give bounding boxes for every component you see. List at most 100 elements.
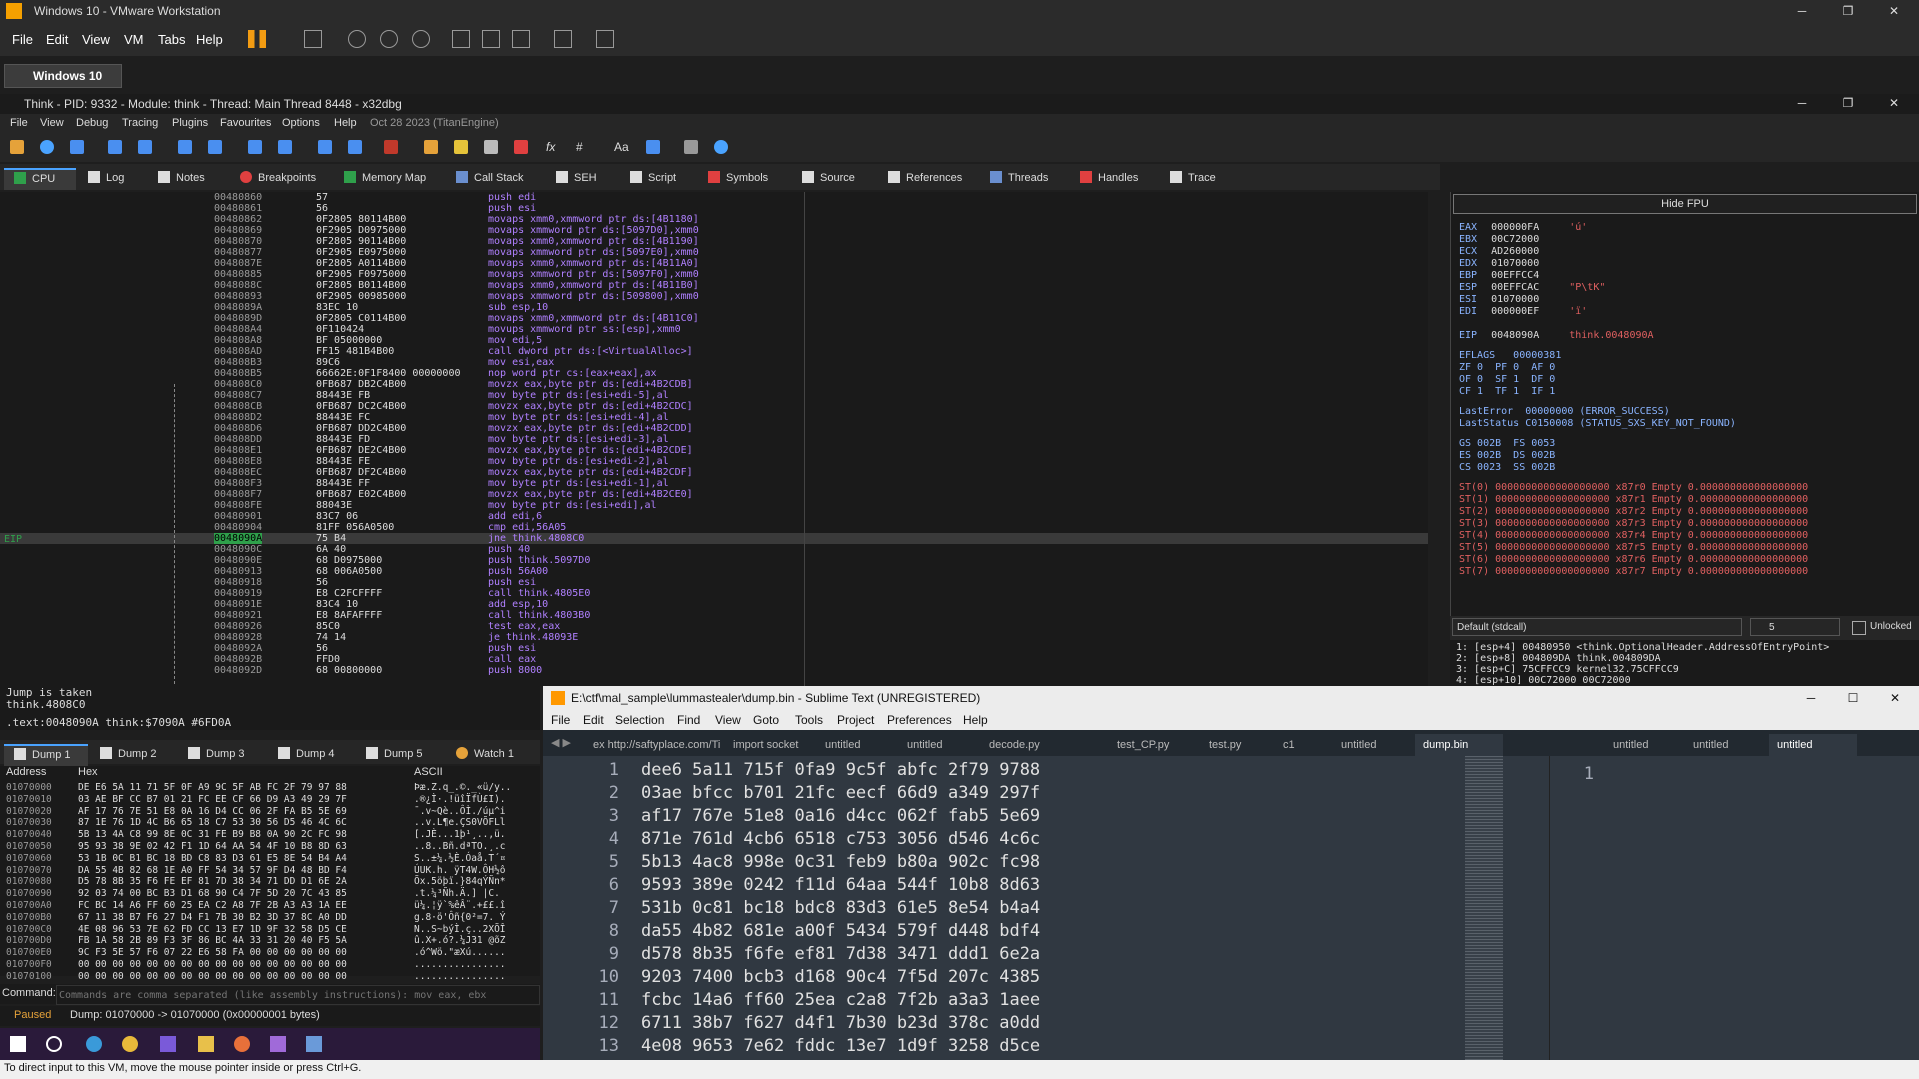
comments-icon[interactable]: [454, 140, 468, 154]
tab-right-1[interactable]: untitled: [1613, 734, 1673, 756]
dump-row[interactable]: 010700B0 67 11 38 B7 F6 27 D4 F1 7B 30 B2…: [0, 912, 540, 924]
tab-dump-2[interactable]: Dump 2: [100, 744, 157, 764]
register-row[interactable]: ECX AD260000: [1459, 246, 1569, 258]
scylla-icon[interactable]: [384, 140, 398, 154]
tab-scroll-left-icon[interactable]: ◀ ▶: [551, 736, 571, 749]
fpu-row[interactable]: ST(2) 0000000000000000000 x87r2 Empty 0.…: [1459, 506, 1808, 518]
tab-symbols[interactable]: Symbols: [708, 168, 768, 188]
segs-row[interactable]: GS 002B FS 0053: [1459, 438, 1555, 450]
dump-row[interactable]: 010700F0 00 00 00 00 00 00 00 00 00 00 00…: [0, 959, 540, 971]
disassembly-view[interactable]: 00480860 57 push edi 00480861 56 push esi 0048…: [0, 192, 1428, 686]
stop-icon[interactable]: [70, 140, 84, 154]
register-row[interactable]: EBX 00C72000: [1459, 234, 1569, 246]
flags-row[interactable]: OF 0 SF 1 DF 0: [1459, 374, 1555, 386]
disasm-row[interactable]: 00480904 81FF 056A0500 cmp edi,56A05: [0, 522, 1428, 533]
tab-sublime-7[interactable]: test.py: [1209, 734, 1259, 756]
fpu-row[interactable]: ST(6) 0000000000000000000 x87r6 Empty 0.…: [1459, 554, 1808, 566]
editor-pane-right[interactable]: 1: [1549, 756, 1919, 1060]
send-keys-icon[interactable]: [304, 30, 322, 48]
dump-row[interactable]: 01070090 92 03 74 00 BC B3 D1 68 90 C4 7F…: [0, 888, 540, 900]
errors-row[interactable]: LastStatus C0150008 (STATUS_SXS_KEY_NOT_…: [1459, 418, 1736, 430]
tab-sublime-1[interactable]: ex http://saftyplace.com/Ti: [593, 734, 723, 756]
register-row[interactable]: EBP 00EFFCC4: [1459, 270, 1569, 282]
tab-cpu[interactable]: CPU: [4, 168, 76, 190]
tab-sublime-4[interactable]: untitled: [907, 734, 967, 756]
debugger-close-button[interactable]: ✕: [1872, 92, 1916, 114]
sublime-close-button[interactable]: ✕: [1873, 687, 1917, 709]
execute-till-return-icon[interactable]: [318, 140, 332, 154]
tab-threads[interactable]: Threads: [990, 168, 1048, 188]
tab-call-stack[interactable]: Call Stack: [456, 168, 524, 188]
tab-sublime-5[interactable]: decode.py: [989, 734, 1059, 756]
dbg-menu-help[interactable]: Help: [334, 117, 357, 129]
tab-watch-1[interactable]: Watch 1: [456, 744, 514, 764]
code-line[interactable]: da55 4b82 681e a00f 5434 579f d448 bdf4: [641, 921, 1040, 941]
functions-icon[interactable]: fx: [546, 140, 560, 154]
notes-icon[interactable]: [684, 140, 698, 154]
patch-icon[interactable]: [424, 140, 438, 154]
disasm-row[interactable]: 004808B5 66662E:0F1F8400 00000000 nop word…: [0, 368, 1428, 379]
terminal-icon[interactable]: [160, 1036, 176, 1052]
register-row[interactable]: ESP 00EFFCAC "P\tK": [1459, 282, 1605, 294]
disasm-row[interactable]: 00480877 0F2905 E0975000 movaps xmmword pt…: [0, 247, 1428, 258]
disasm-row[interactable]: 0048089D 0F2805 C0114B00 movaps xmm0,xmmwo…: [0, 313, 1428, 324]
dump-row[interactable]: 010700E0 9C F3 5E 57 F6 07 22 E6 58 FA 00…: [0, 947, 540, 959]
tab-notes[interactable]: Notes: [158, 168, 205, 188]
debugger-minimize-button[interactable]: ─: [1780, 92, 1824, 114]
bookmarks-icon[interactable]: [514, 140, 528, 154]
disasm-row[interactable]: 0048090C 6A 40 push 40: [0, 544, 1428, 555]
editor-pane[interactable]: 1 dee6 5a11 715f 0fa9 9c5f abfc 2f79 9788…: [543, 756, 1543, 1079]
disasm-row[interactable]: 00480928 74 14 je think.48093E: [0, 632, 1428, 643]
dbg-menu-view[interactable]: View: [40, 117, 64, 129]
code-line[interactable]: 9203 7400 bcb3 d168 90c4 7f5d 207c 4385: [641, 967, 1040, 987]
calculator-icon[interactable]: [646, 140, 660, 154]
hex-dump-view[interactable]: Address Hex ASCII 01070000 DE E6 5A 11 71…: [0, 766, 540, 982]
fpu-row[interactable]: ST(4) 0000000000000000000 x87r4 Empty 0.…: [1459, 530, 1808, 542]
disasm-row[interactable]: 0048092A 56 push esi: [0, 643, 1428, 654]
search-icon[interactable]: [46, 1036, 62, 1052]
disasm-row[interactable]: 00480869 0F2905 D0975000 movaps xmmword pt…: [0, 225, 1428, 236]
close-button[interactable]: ✕: [1872, 0, 1916, 22]
disasm-row[interactable]: 004808B3 89C6 mov esi,eax: [0, 357, 1428, 368]
flags-row[interactable]: CF 1 TF 1 IF 1: [1459, 386, 1555, 398]
disasm-row[interactable]: 00480885 0F2905 F0975000 movaps xmmword pt…: [0, 269, 1428, 280]
tab-sublime-2[interactable]: import socket: [733, 734, 813, 756]
dump-row[interactable]: 01070010 03 AE BF CC B7 01 21 FC EE CF 66…: [0, 794, 540, 806]
tab-sublime-8[interactable]: c1: [1283, 734, 1313, 756]
dump-row[interactable]: 010700C0 4E 08 96 53 7E 62 FD CC 13 E7 1D…: [0, 924, 540, 936]
disasm-row[interactable]: 004808A8 BF 05000000 mov edi,5: [0, 335, 1428, 346]
flags-row[interactable]: EFLAGS 00000381: [1459, 350, 1561, 362]
segs-row[interactable]: CS 0023 SS 002B: [1459, 462, 1555, 474]
dump-row[interactable]: 01070060 53 1B 0C B1 BC 18 BD C8 83 D3 61…: [0, 853, 540, 865]
register-row[interactable]: EIP 0048090A think.0048090A: [1459, 330, 1654, 342]
snapshot-manager-icon[interactable]: [412, 30, 430, 48]
trace-into-icon[interactable]: [248, 140, 262, 154]
menu-view[interactable]: View: [82, 32, 110, 47]
fpu-row[interactable]: ST(1) 0000000000000000000 x87r1 Empty 0.…: [1459, 494, 1808, 506]
edge-icon[interactable]: [86, 1036, 102, 1052]
tab-handles[interactable]: Handles: [1080, 168, 1138, 188]
about-icon[interactable]: [714, 140, 728, 154]
command-input[interactable]: [56, 985, 540, 1005]
pause-icon[interactable]: [248, 30, 266, 48]
tab-dump-bin[interactable]: dump.bin: [1415, 734, 1503, 756]
firefox-icon[interactable]: [234, 1036, 250, 1052]
disasm-row[interactable]: 004808E1 0FB687 DE2C4B00 movzx eax,byte pt…: [0, 445, 1428, 456]
subl-menu-goto[interactable]: Goto: [753, 713, 779, 727]
subl-menu-project[interactable]: Project: [837, 713, 874, 727]
register-row[interactable]: EDI 000000EF 'ï': [1459, 306, 1587, 318]
disasm-row[interactable]: 00480861 56 push esi: [0, 203, 1428, 214]
dump-row[interactable]: 01070040 5B 13 4A C8 99 8E 0C 31 FE B9 B8…: [0, 829, 540, 841]
disasm-row[interactable]: 004808C0 0FB687 DB2C4B00 movzx eax,byte pt…: [0, 379, 1428, 390]
dump-row[interactable]: 01070030 87 1E 76 1D 4C B6 65 18 C7 53 30…: [0, 817, 540, 829]
menu-edit[interactable]: Edit: [46, 32, 68, 47]
tab-windows-10[interactable]: Windows 10: [4, 64, 122, 88]
disasm-row[interactable]: 00480926 85C0 test eax,eax: [0, 621, 1428, 632]
dbg-menu-plugins[interactable]: Plugins: [172, 117, 208, 129]
library-icon[interactable]: [452, 30, 470, 48]
file-explorer-icon[interactable]: [198, 1036, 214, 1052]
disasm-row[interactable]: 004808D6 0FB687 DD2C4B00 movzx eax,byte pt…: [0, 423, 1428, 434]
restart-icon[interactable]: [40, 140, 54, 154]
tab-dump-5[interactable]: Dump 5: [366, 744, 423, 764]
trace-over-icon[interactable]: [278, 140, 292, 154]
